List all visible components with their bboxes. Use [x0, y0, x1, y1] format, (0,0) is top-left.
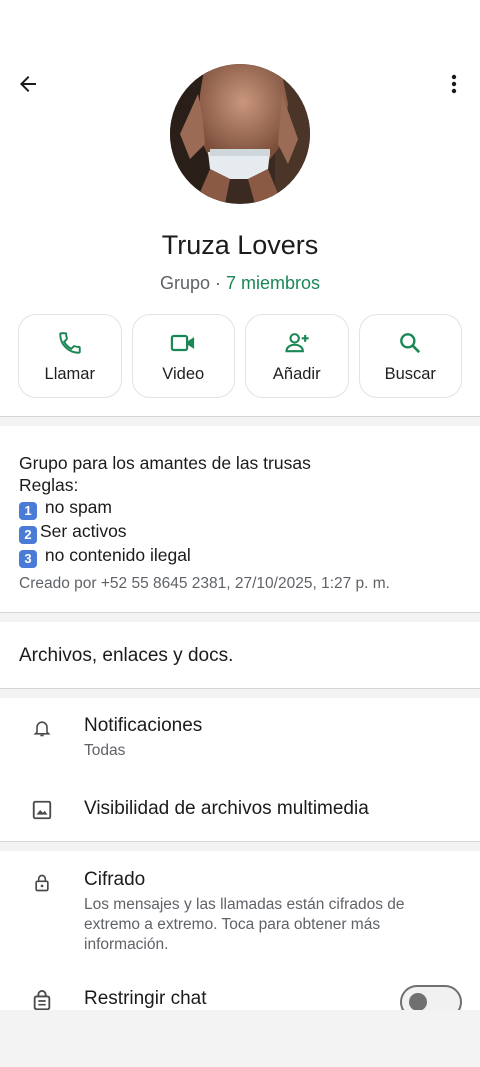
- media-visibility-title: Visibilidad de archivos multimedia: [84, 798, 369, 819]
- encryption-title: Cifrado: [84, 869, 146, 890]
- add-label: Añadir: [272, 364, 321, 383]
- keycap-two-emoji: 2: [19, 526, 37, 544]
- bottom-system-area: [0, 1010, 480, 1067]
- video-icon: [171, 334, 195, 351]
- created-by-text: Creado por +52 55 8645 2381, 27/10/2025,…: [19, 575, 390, 592]
- meta-separator: ·: [210, 273, 226, 293]
- toggle-knob: [409, 993, 427, 1010]
- rule-item: 1 no spam: [19, 496, 459, 520]
- rule-item: 3 no contenido ilegal: [19, 544, 459, 568]
- encryption-row[interactable]: Cifrado Los mensajes y las llamadas está…: [0, 855, 480, 965]
- rule-text: no contenido ilegal: [40, 545, 191, 565]
- restrict-chat-title: Restringir chat: [84, 988, 207, 1009]
- group-description[interactable]: Grupo para los amantes de las trusas Reg…: [19, 452, 459, 568]
- encryption-description: Los mensajes y las llamadas están cifrad…: [84, 896, 405, 953]
- section-divider: [0, 416, 480, 426]
- rule-text: no spam: [40, 497, 112, 517]
- chat-lock-icon: [33, 990, 51, 1010]
- quick-actions: Llamar Video Añadir Buscar: [18, 314, 462, 398]
- phone-icon: [59, 331, 81, 354]
- keycap-one-emoji: 1: [19, 502, 37, 520]
- more-options-button[interactable]: [436, 66, 472, 102]
- description-line: Grupo para los amantes de las trusas: [19, 453, 311, 473]
- image-icon: [32, 800, 52, 820]
- section-divider: [0, 841, 480, 851]
- back-button[interactable]: [10, 66, 46, 102]
- arrow-left-icon: [20, 76, 36, 92]
- media-links-docs-row[interactable]: Archivos, enlaces y docs.: [19, 645, 233, 667]
- group-name: Truza Lovers: [161, 230, 319, 260]
- add-person-icon: [285, 332, 309, 352]
- media-visibility-row[interactable]: Visibilidad de archivos multimedia: [0, 780, 480, 838]
- search-label: Buscar: [384, 364, 436, 383]
- group-meta: Grupo · 7 miembros: [0, 273, 480, 294]
- members-link[interactable]: 7 miembros: [226, 273, 320, 293]
- call-label: Llamar: [44, 364, 95, 383]
- search-button[interactable]: Buscar: [358, 314, 462, 398]
- notifications-title: Notificaciones: [84, 715, 203, 736]
- lock-icon: [35, 874, 49, 892]
- notifications-value: Todas: [84, 742, 126, 759]
- call-button[interactable]: Llamar: [18, 314, 122, 398]
- notifications-row[interactable]: Notificaciones Todas: [0, 700, 480, 770]
- more-vert-icon: [451, 74, 457, 94]
- section-divider: [0, 612, 480, 622]
- restrict-chat-toggle[interactable]: [400, 985, 462, 1010]
- section-divider: [0, 688, 480, 698]
- search-icon: [400, 332, 421, 353]
- video-button[interactable]: Video: [131, 314, 235, 398]
- keycap-three-emoji: 3: [19, 550, 37, 568]
- group-avatar[interactable]: [170, 64, 310, 204]
- group-info-screen: Truza Lovers Grupo · 7 miembros Llamar V…: [0, 0, 480, 1010]
- description-line: Reglas:: [19, 475, 79, 495]
- rule-item: 2 Ser activos: [19, 520, 459, 544]
- group-type-label: Grupo: [159, 273, 210, 293]
- bell-icon: [33, 721, 51, 737]
- video-label: Video: [162, 364, 205, 383]
- add-member-button[interactable]: Añadir: [245, 314, 349, 398]
- rule-text: Ser activos: [40, 521, 127, 541]
